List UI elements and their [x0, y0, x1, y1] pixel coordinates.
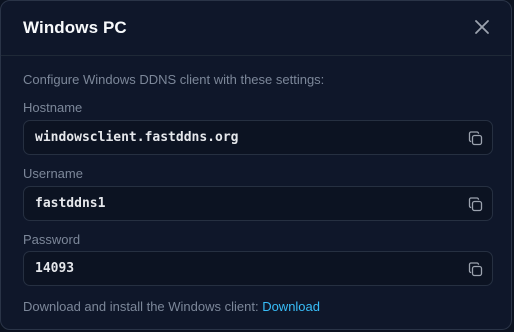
copy-icon: [468, 262, 483, 277]
download-link[interactable]: Download: [262, 299, 320, 314]
hostname-field[interactable]: windowsclient.fastddns.org: [23, 120, 493, 155]
password-value: 14093: [35, 261, 75, 276]
windows-pc-dialog: Windows PC Configure Windows DDNS client…: [0, 0, 512, 330]
copy-icon: [468, 131, 483, 146]
close-button[interactable]: [473, 18, 491, 36]
password-field[interactable]: 14093: [23, 251, 493, 286]
dialog-title: Windows PC: [23, 18, 127, 37]
download-instructions-text: Download and install the Windows client:: [23, 299, 263, 314]
copy-username-button[interactable]: [468, 197, 483, 212]
hostname-value: windowsclient.fastddns.org: [35, 130, 239, 145]
hostname-label: Hostname: [23, 100, 83, 115]
dialog-header: Windows PC: [1, 1, 511, 56]
username-field[interactable]: fastddns1: [23, 186, 493, 221]
username-value: fastddns1: [35, 196, 106, 211]
intro-text: Configure Windows DDNS client with these…: [23, 72, 325, 87]
copy-password-button[interactable]: [468, 262, 483, 277]
copy-icon: [468, 197, 483, 212]
username-label: Username: [23, 166, 83, 181]
copy-hostname-button[interactable]: [468, 131, 483, 146]
password-label: Password: [23, 232, 81, 247]
download-instructions: Download and install the Windows client:…: [23, 299, 320, 314]
close-icon: [475, 20, 489, 34]
